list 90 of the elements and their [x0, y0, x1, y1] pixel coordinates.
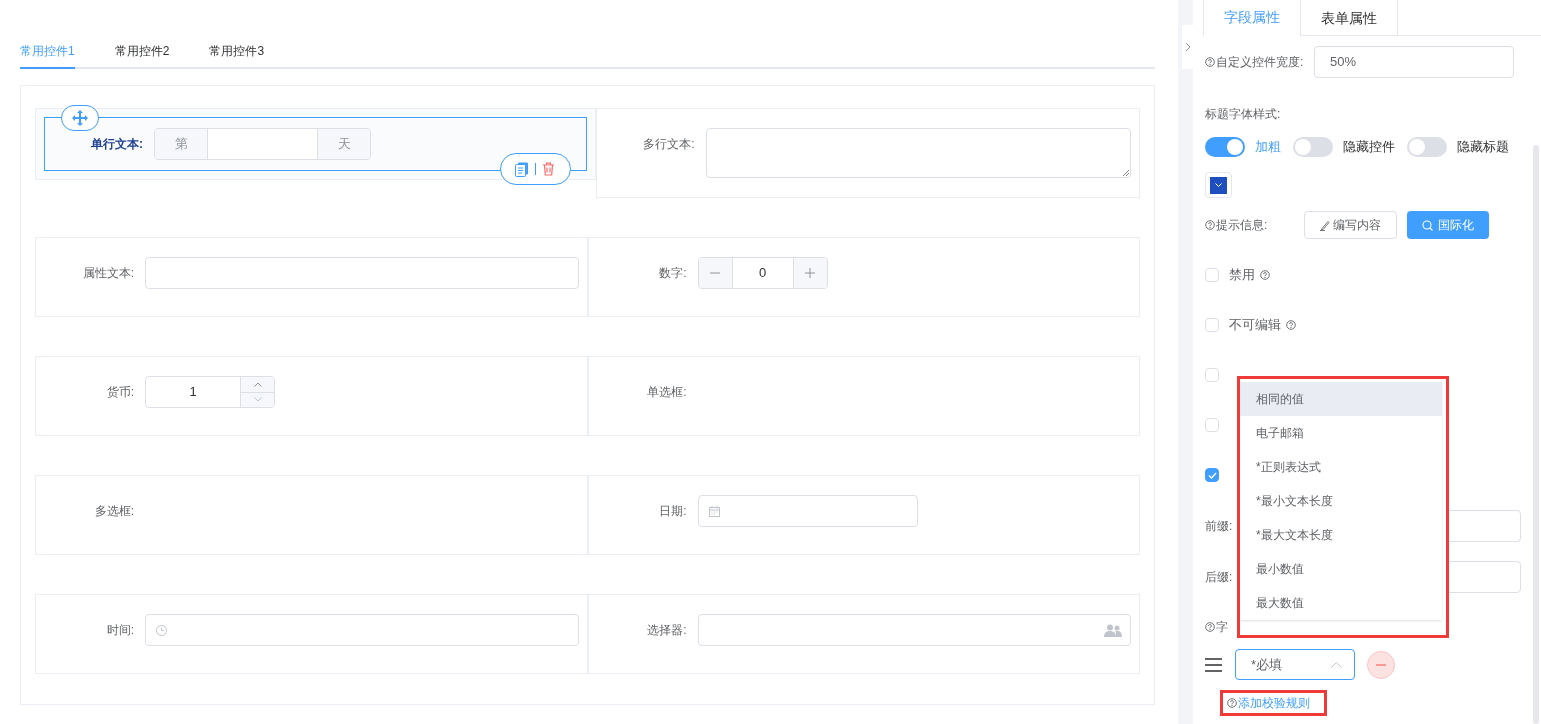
panel-tab[interactable]: 表单属性 — [1300, 0, 1398, 36]
chevron-up-icon — [1331, 661, 1342, 668]
form-item-card[interactable]: 货币: 1 — [35, 356, 588, 436]
toggle-switch[interactable] — [1407, 137, 1447, 157]
prefix-label: 第 — [155, 129, 208, 159]
copy-icon — [515, 161, 529, 177]
field-label: 单选框: — [646, 384, 687, 401]
minus-icon — [710, 272, 720, 274]
people-icon — [1104, 623, 1122, 637]
help-icon — [1227, 698, 1237, 708]
field-label: 数字: — [658, 265, 687, 282]
date-picker-field[interactable] — [697, 495, 918, 527]
delete-button[interactable] — [542, 162, 555, 176]
field-label: 日期: — [658, 503, 687, 520]
decrement-button[interactable] — [698, 258, 733, 288]
step-up-button[interactable] — [241, 377, 274, 393]
time-picker-field[interactable] — [145, 614, 579, 646]
form-item-card[interactable]: 日期: — [587, 475, 1140, 555]
setting-label: 提示信息: — [1216, 217, 1269, 234]
setting-label: 字 — [1216, 619, 1228, 636]
resize-handle-icon — [1123, 170, 1129, 176]
search-icon — [1422, 219, 1433, 231]
minus-icon — [1376, 663, 1386, 666]
clock-icon — [156, 624, 167, 636]
field-label: 多选框: — [93, 503, 134, 520]
field-label: 多行文本: — [642, 136, 695, 153]
field-label: 时间: — [105, 622, 134, 639]
dropdown-option[interactable]: 相同的值 — [1240, 382, 1442, 416]
form-item-card[interactable]: 多选框: — [35, 475, 588, 555]
chevron-down-icon — [1215, 183, 1222, 187]
text-input[interactable] — [145, 257, 579, 289]
section-label: 标题字体样式: — [1205, 106, 1281, 123]
form-item-card[interactable]: 数字: 0 — [587, 237, 1140, 317]
number-value: 0 — [757, 264, 768, 283]
trash-icon — [542, 162, 555, 176]
calendar-icon — [708, 505, 720, 517]
rule-select[interactable]: *必填 — [1235, 649, 1355, 680]
field-label: 属性文本: — [81, 265, 134, 282]
checkbox[interactable] — [1205, 468, 1219, 482]
switch-label: 隐藏标题 — [1457, 138, 1509, 157]
selector-field[interactable] — [697, 614, 1131, 646]
checkbox-label: 不可编辑 — [1229, 316, 1281, 335]
form-item-card[interactable]: 单选框: — [587, 356, 1140, 436]
currency-input[interactable]: 1 — [145, 376, 275, 408]
number-input[interactable]: 0 — [697, 257, 828, 289]
setting-label: 前缀: — [1205, 518, 1233, 535]
tab[interactable]: 常用控件2 — [114, 35, 170, 69]
currency-value: 1 — [188, 383, 198, 402]
checkmark-icon — [1207, 471, 1217, 479]
setting-label: 后缀: — [1205, 569, 1233, 586]
copy-button[interactable] — [515, 161, 529, 177]
toggle-switch[interactable] — [1205, 137, 1245, 157]
form-item-card[interactable]: 选择器: — [587, 594, 1140, 674]
toggle-switch[interactable] — [1293, 137, 1333, 157]
chevron-down-icon — [253, 397, 262, 403]
checkbox-label: 禁用 — [1229, 266, 1255, 285]
pencil-icon — [1320, 219, 1330, 231]
width-input[interactable]: 50% — [1314, 46, 1514, 78]
move-icon — [72, 110, 88, 126]
move-handle[interactable] — [61, 105, 99, 131]
increment-button[interactable] — [792, 258, 827, 288]
form-item-card[interactable]: 多行文本: — [595, 108, 1140, 198]
color-picker[interactable] — [1205, 172, 1232, 198]
dropdown-option[interactable]: *最小文本长度 — [1240, 484, 1442, 518]
remove-button[interactable] — [1367, 650, 1395, 679]
collapse-handle[interactable] — [1182, 25, 1193, 69]
tab[interactable]: 常用控件3 — [209, 35, 265, 69]
drag-handle-icon — [1205, 657, 1222, 672]
field-label: 单行文本: — [90, 136, 143, 153]
suffix-label: 天 — [317, 129, 370, 159]
help-icon — [1205, 220, 1215, 230]
plus-icon — [805, 268, 815, 278]
switch-label: 加粗 — [1255, 138, 1281, 157]
help-icon — [1205, 57, 1215, 67]
dropdown-option[interactable]: *正则表达式 — [1240, 450, 1442, 484]
dropdown-option[interactable]: 最小数值 — [1240, 552, 1442, 586]
form-item-card[interactable]: 时间: — [35, 594, 588, 674]
textarea-field[interactable] — [705, 128, 1131, 178]
field-label: 选择器: — [646, 622, 687, 639]
switch-label: 隐藏控件 — [1343, 138, 1395, 157]
scrollbar[interactable] — [1533, 145, 1539, 724]
help-icon — [1205, 622, 1215, 632]
setting-label: 自定义控件宽度: — [1216, 54, 1305, 71]
chevron-up-icon — [253, 381, 262, 387]
dropdown-option[interactable]: 电子邮箱 — [1240, 416, 1442, 450]
dropdown-option[interactable]: 最大数值 — [1240, 586, 1442, 620]
dropdown-option[interactable]: *最大文本长度 — [1240, 518, 1442, 552]
field-label: 货币: — [105, 384, 134, 401]
form-item-card[interactable]: 属性文本: — [35, 237, 588, 317]
edit-content-button[interactable]: 编写内容 — [1304, 211, 1397, 239]
